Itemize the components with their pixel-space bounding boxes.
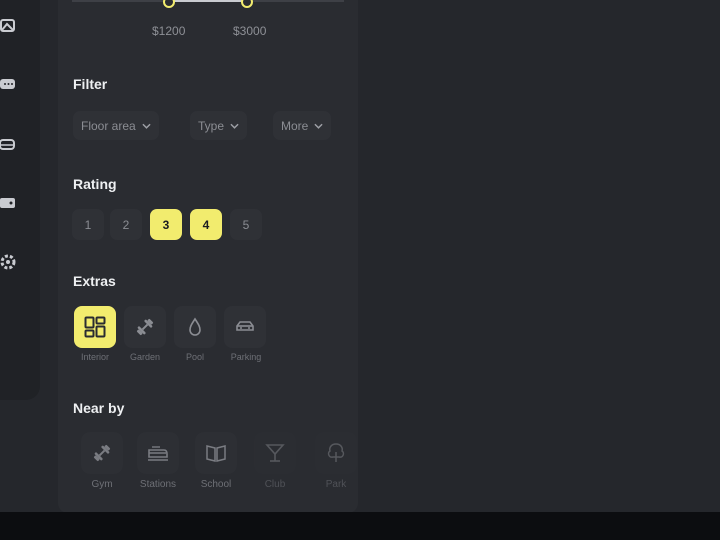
rating-option-5[interactable]: 5 [230,209,262,240]
rating-option-4[interactable]: 4 [190,209,222,240]
extra-interior-button[interactable] [74,306,116,348]
nearby-school-label: School [200,479,232,490]
car-icon [236,321,254,331]
chevron-down-icon [230,123,239,129]
nearby-gym-label: Gym [91,479,113,490]
dumbbell-icon [136,318,154,336]
dropdown-label: More [281,118,309,133]
cocktail-icon [265,444,285,462]
nearby-stations-button[interactable] [137,432,179,474]
nearby-title: Near by [73,400,125,416]
dropdown-label: Type [198,118,225,133]
chevron-down-icon [142,123,151,129]
chevron-down-icon [314,123,323,129]
rating-title: Rating [73,176,117,192]
extra-parking-button[interactable] [224,306,266,348]
app-screen: $1200 $3000 Filter Floor area Type More … [0,0,720,513]
extra-parking-label: Parking [230,352,262,362]
rating-option-3[interactable]: 3 [150,209,182,240]
bottom-bezel [0,512,720,540]
filter-title: Filter [73,76,108,92]
nearby-school-button[interactable] [195,432,237,474]
floor-area-dropdown[interactable]: Floor area [73,111,159,140]
extras-title: Extras [73,273,116,289]
chat-icon[interactable] [0,77,16,93]
more-dropdown[interactable]: More [273,111,332,140]
train-icon [148,446,168,461]
type-dropdown[interactable]: Type [190,111,248,140]
nearby-club-label: Club [264,479,286,490]
layout-grid-icon [84,316,106,338]
price-min-label: $1200 [152,24,186,38]
nearby-club-button[interactable] [254,432,296,474]
nearby-stations-label: Stations [139,479,177,490]
tree-icon [327,443,345,462]
nearby-park-button[interactable] [315,432,357,474]
book-icon [206,445,226,462]
extra-pool-button[interactable] [174,306,216,348]
nearby-gym-button[interactable] [81,432,123,474]
dumbbell-icon [93,444,111,462]
price-slider-range [169,0,247,2]
gear-icon[interactable] [0,254,16,270]
dropdown-label: Floor area [81,118,136,133]
wallet-icon[interactable] [0,195,16,211]
rating-option-1[interactable]: 1 [72,209,104,240]
nearby-park-label: Park [325,479,347,490]
car-icon[interactable] [0,137,16,153]
image-icon[interactable] [0,18,16,34]
price-max-label: $3000 [233,24,267,38]
drop-icon [189,317,201,336]
extra-garden-button[interactable] [124,306,166,348]
rating-option-2[interactable]: 2 [110,209,142,240]
